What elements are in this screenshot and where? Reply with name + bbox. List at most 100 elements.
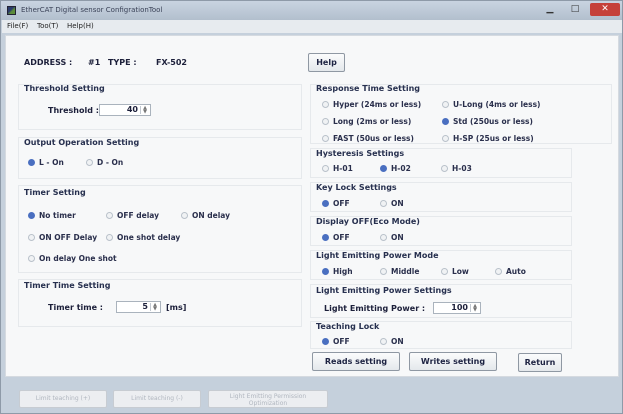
type-label: TYPE : [108,58,137,67]
menu-help[interactable]: Help(H) [67,22,94,30]
menu-file[interactable]: File(F) [7,22,28,30]
radio-selected-icon [28,159,35,166]
radio-unselected-icon [28,255,35,262]
light-emitting-optimization-button[interactable]: Light Emitting Permission Optimization [208,390,328,408]
radio-h02[interactable]: H-02 [380,164,411,173]
radio-key-lock-off[interactable]: OFF [322,199,350,208]
radio-std[interactable]: Std (250us or less) [442,117,533,126]
spinner-arrows-icon[interactable]: ▲ ▼ [470,304,479,313]
light-power-spinner[interactable]: 100 ▲ ▼ [433,302,481,314]
spinner-arrows-icon[interactable]: ▲ ▼ [150,303,159,312]
timer-time-spinner[interactable]: 5 ▲ ▼ [116,301,161,313]
address-label: ADDRESS : [24,58,73,67]
radio-selected-icon [322,234,329,241]
radio-unselected-icon [441,268,448,275]
timer-setting-title: Timer Setting [24,188,86,197]
radio-unselected-icon [380,338,387,345]
threshold-title: Threshold Setting [24,84,105,93]
teaching-lock-title: Teaching Lock [316,322,380,331]
radio-light-auto[interactable]: Auto [495,267,526,276]
response-time-title: Response Time Setting [316,84,420,93]
type-value: FX-502 [156,58,187,67]
radio-unselected-icon [380,268,387,275]
light-power-value: 100 [451,303,468,312]
threshold-spinner[interactable]: 40 ▲ ▼ [99,104,151,116]
light-opt-line2: Optimization [248,400,288,407]
address-value: #1 [88,58,101,67]
radio-selected-icon [322,268,329,275]
radio-unselected-icon [181,212,188,219]
radio-key-lock-on[interactable]: ON [380,199,404,208]
radio-long[interactable]: Long (2ms or less) [322,117,411,126]
threshold-label: Threshold : [48,106,99,115]
radio-unselected-icon [322,165,329,172]
radio-off-delay[interactable]: OFF delay [106,211,159,220]
radio-h01[interactable]: H-01 [322,164,353,173]
radio-no-timer[interactable]: No timer [28,211,76,220]
limit-teaching-plus-button[interactable]: Limit teaching (+) [19,390,107,408]
writes-setting-button[interactable]: Writes setting [409,352,497,371]
radio-light-high[interactable]: High [322,267,353,276]
main-panel: ADDRESS : #1 TYPE : FX-502 Help Threshol… [5,35,619,377]
display-off-title: Display OFF(Eco Mode) [316,217,420,226]
radio-l-on[interactable]: L - On [28,158,64,167]
app-window: EtherCAT Digital sensor ConfigrationTool… [0,0,623,414]
radio-display-off-on[interactable]: ON [380,233,404,242]
radio-d-on[interactable]: D - On [86,158,123,167]
menu-tool[interactable]: Too(T) [37,22,58,30]
radio-h-sp[interactable]: H-SP (25us or less) [442,134,534,143]
radio-unselected-icon [322,135,329,142]
radio-on-delay-one-shot[interactable]: On delay One shot [28,254,117,263]
radio-selected-icon [442,118,449,125]
maximize-button[interactable]: □ [563,3,587,16]
key-lock-title: Key Lock Settings [316,183,397,192]
radio-selected-icon [28,212,35,219]
spinner-arrows-icon[interactable]: ▲ ▼ [140,106,149,115]
radio-on-delay[interactable]: ON delay [181,211,230,220]
menu-bar: File(F) Too(T) Help(H) [2,20,622,33]
app-icon [7,6,16,15]
help-button[interactable]: Help [308,53,345,72]
timer-time-label: Timer time : [48,303,104,312]
reads-setting-button[interactable]: Reads setting [312,352,400,371]
radio-selected-icon [322,338,329,345]
radio-display-off-off[interactable]: OFF [322,233,350,242]
minimize-button[interactable]: ▁ [538,3,562,16]
light-mode-title: Light Emitting Power Mode [316,251,439,260]
light-power-title: Light Emitting Power Settings [316,286,452,295]
radio-unselected-icon [380,234,387,241]
timer-time-title: Timer Time Setting [24,281,111,290]
radio-fast[interactable]: FAST (50us or less) [322,134,414,143]
radio-light-low[interactable]: Low [441,267,469,276]
radio-unselected-icon [322,101,329,108]
title-bar[interactable]: EtherCAT Digital sensor ConfigrationTool… [1,1,622,20]
return-button[interactable]: Return [518,353,562,372]
timer-time-value: 5 [142,302,148,311]
radio-teaching-lock-on[interactable]: ON [380,337,404,346]
radio-hyper[interactable]: Hyper (24ms or less) [322,100,421,109]
radio-unselected-icon [442,135,449,142]
radio-selected-icon [380,165,387,172]
radio-on-off-delay[interactable]: ON OFF Delay [28,233,97,242]
radio-teaching-lock-off[interactable]: OFF [322,337,350,346]
radio-unselected-icon [28,234,35,241]
radio-unselected-icon [86,159,93,166]
radio-one-shot-delay[interactable]: One shot delay [106,233,180,242]
radio-unselected-icon [322,118,329,125]
window-title: EtherCAT Digital sensor ConfigrationTool [21,6,163,14]
timer-time-unit: [ms] [166,303,187,312]
radio-unselected-icon [106,212,113,219]
threshold-value: 40 [126,105,138,114]
close-button[interactable]: ✕ [590,3,620,16]
limit-teaching-minus-button[interactable]: Limit teaching (-) [113,390,201,408]
radio-unselected-icon [380,200,387,207]
radio-u-long[interactable]: U-Long (4ms or less) [442,100,540,109]
output-operation-title: Output Operation Setting [24,138,140,147]
hysteresis-title: Hysteresis Settings [316,149,405,158]
radio-unselected-icon [442,101,449,108]
radio-unselected-icon [106,234,113,241]
radio-selected-icon [322,200,329,207]
radio-light-middle[interactable]: Middle [380,267,419,276]
radio-unselected-icon [495,268,502,275]
radio-h03[interactable]: H-03 [441,164,472,173]
